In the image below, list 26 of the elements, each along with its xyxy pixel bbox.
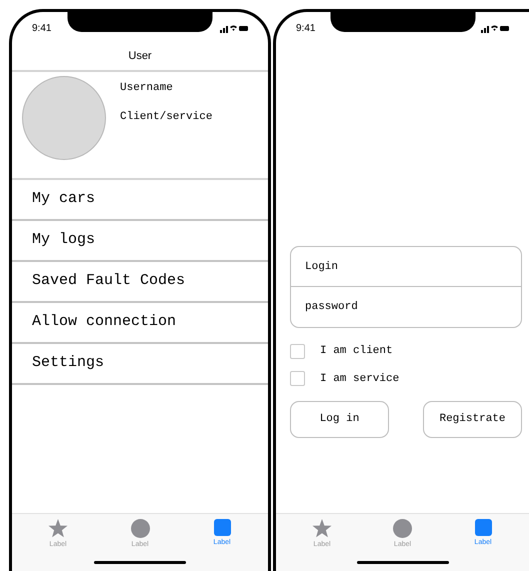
checkbox[interactable] [290,344,305,359]
status-icons [481,24,509,32]
star-icon [312,519,332,538]
checkbox-label: I am service [320,372,400,386]
menu-item[interactable]: Allow connection [12,303,268,344]
username: Username [120,81,174,96]
checkbox-label: I am client [320,344,393,359]
status-icons [220,24,248,32]
screen-title: User [128,48,152,64]
star-icon [48,519,68,538]
square-icon [474,519,492,536]
menu-item[interactable]: Saved Fault Codes [12,262,268,303]
login-field[interactable]: Login [290,246,522,287]
user-role: Client/service [120,110,212,124]
login-button[interactable]: Log in [290,401,389,438]
menu-item[interactable]: My cars [12,180,268,221]
register-button[interactable]: Registrate [423,401,522,438]
checkbox[interactable] [290,371,305,386]
status-time: 9:41 [296,22,316,36]
password-field[interactable]: password [290,287,522,328]
circle-icon [130,519,150,538]
menu-item[interactable]: Settings [12,344,268,385]
square-icon [214,519,230,536]
status-time: 9:41 [32,22,52,36]
menu-item[interactable]: My logs [12,221,268,262]
circle-icon [393,519,412,538]
